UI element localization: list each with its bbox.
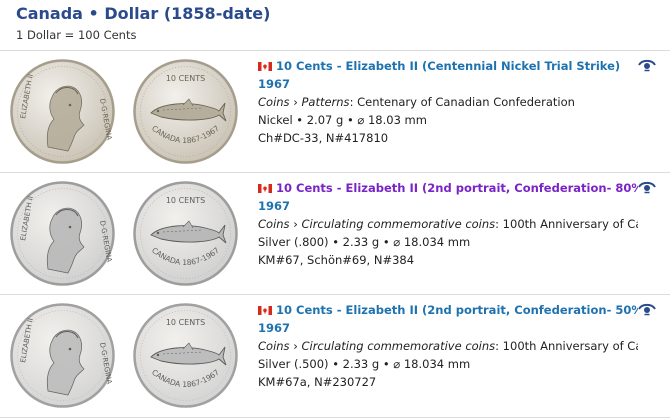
coin-references: KM#67, Schön#69, N#384 — [258, 253, 415, 267]
coin-references: Ch#DC-33, N#417810 — [258, 131, 389, 145]
reverse-denomination: 10 CENTS — [166, 74, 205, 83]
coin-specs: Silver (.800) • 2.33 g • ⌀ 18.034 mm — [258, 235, 471, 249]
category-subtype: Circulating commemorative coins — [301, 217, 496, 231]
coin-info: 10 Cents - Elizabeth II (2nd portrait, C… — [258, 301, 638, 391]
coin-row: ELIZABETH II D·G·REGINA 10 CENTS CANADA … — [0, 172, 670, 295]
coin-references: KM#67a, N#230727 — [258, 375, 377, 389]
category-type: Coins — [258, 95, 290, 109]
category-description: : 100th Anniversary of Canada — [495, 217, 638, 231]
reverse-denomination: 10 CENTS — [166, 196, 205, 205]
eye-icon[interactable] — [638, 179, 656, 194]
coin-title[interactable]: 10 Cents - Elizabeth II (2nd portrait, C… — [276, 181, 638, 195]
coin-year: 1967 — [258, 77, 291, 91]
coin-year: 1967 — [258, 321, 291, 335]
coin-reverse-image[interactable]: 10 CENTS CANADA 1867-1967 — [133, 181, 238, 286]
page-title[interactable]: Canada • Dollar (1858-date) — [16, 4, 270, 23]
coin-obverse-image[interactable]: ELIZABETH II D·G·REGINA — [10, 181, 115, 286]
coin-title[interactable]: 10 Cents - Elizabeth II (Centennial Nick… — [276, 59, 620, 73]
coin-title-link[interactable]: 10 Cents - Elizabeth II (2nd portrait, C… — [258, 301, 638, 319]
coin-obverse-image[interactable]: ELIZABETH II D·G·REGINA — [10, 59, 115, 164]
coin-title[interactable]: 10 Cents - Elizabeth II (2nd portrait, C… — [276, 303, 638, 317]
canada-flag-icon — [258, 62, 272, 71]
coin-category: Coins › Circulating commemorative coins:… — [258, 215, 638, 233]
coin-year: 1967 — [258, 199, 291, 213]
coin-title-link[interactable]: 10 Cents - Elizabeth II (Centennial Nick… — [258, 57, 638, 75]
coin-specs: Nickel • 2.07 g • ⌀ 18.03 mm — [258, 113, 427, 127]
coin-obverse-image[interactable]: ELIZABETH II D·G·REGINA — [10, 303, 115, 408]
category-type: Coins — [258, 217, 290, 231]
coin-reverse-image[interactable]: 10 CENTS CANADA 1867-1967 — [133, 59, 238, 164]
category-type: Coins — [258, 339, 290, 353]
page: Canada • Dollar (1858-date) 1 Dollar = 1… — [0, 0, 670, 418]
coin-reverse-image[interactable]: 10 CENTS CANADA 1867-1967 — [133, 303, 238, 408]
currency-subtitle: 1 Dollar = 100 Cents — [16, 28, 137, 42]
canada-flag-icon — [258, 184, 272, 193]
category-subtype: Patterns — [301, 95, 350, 109]
eye-icon[interactable] — [638, 301, 656, 316]
coin-row: ELIZABETH II D·G·REGINA 10 CENTS CANADA … — [0, 50, 670, 173]
coin-specs: Silver (.500) • 2.33 g • ⌀ 18.034 mm — [258, 357, 471, 371]
coin-category: Coins › Patterns: Centenary of Canadian … — [258, 95, 575, 109]
category-subtype: Circulating commemorative coins — [301, 339, 496, 353]
coin-title-link[interactable]: 10 Cents - Elizabeth II (2nd portrait, C… — [258, 179, 638, 197]
coin-category: Coins › Circulating commemorative coins:… — [258, 337, 638, 355]
eye-icon[interactable] — [638, 57, 656, 72]
reverse-denomination: 10 CENTS — [166, 318, 205, 327]
coin-info: 10 Cents - Elizabeth II (2nd portrait, C… — [258, 179, 638, 269]
coin-row: ELIZABETH II D·G·REGINA 10 CENTS CANADA … — [0, 294, 670, 418]
canada-flag-icon — [258, 306, 272, 315]
category-description: : 100th Anniversary of Canada — [495, 339, 638, 353]
coin-info: 10 Cents - Elizabeth II (Centennial Nick… — [258, 57, 638, 147]
category-description: : Centenary of Canadian Confederation — [349, 95, 575, 109]
